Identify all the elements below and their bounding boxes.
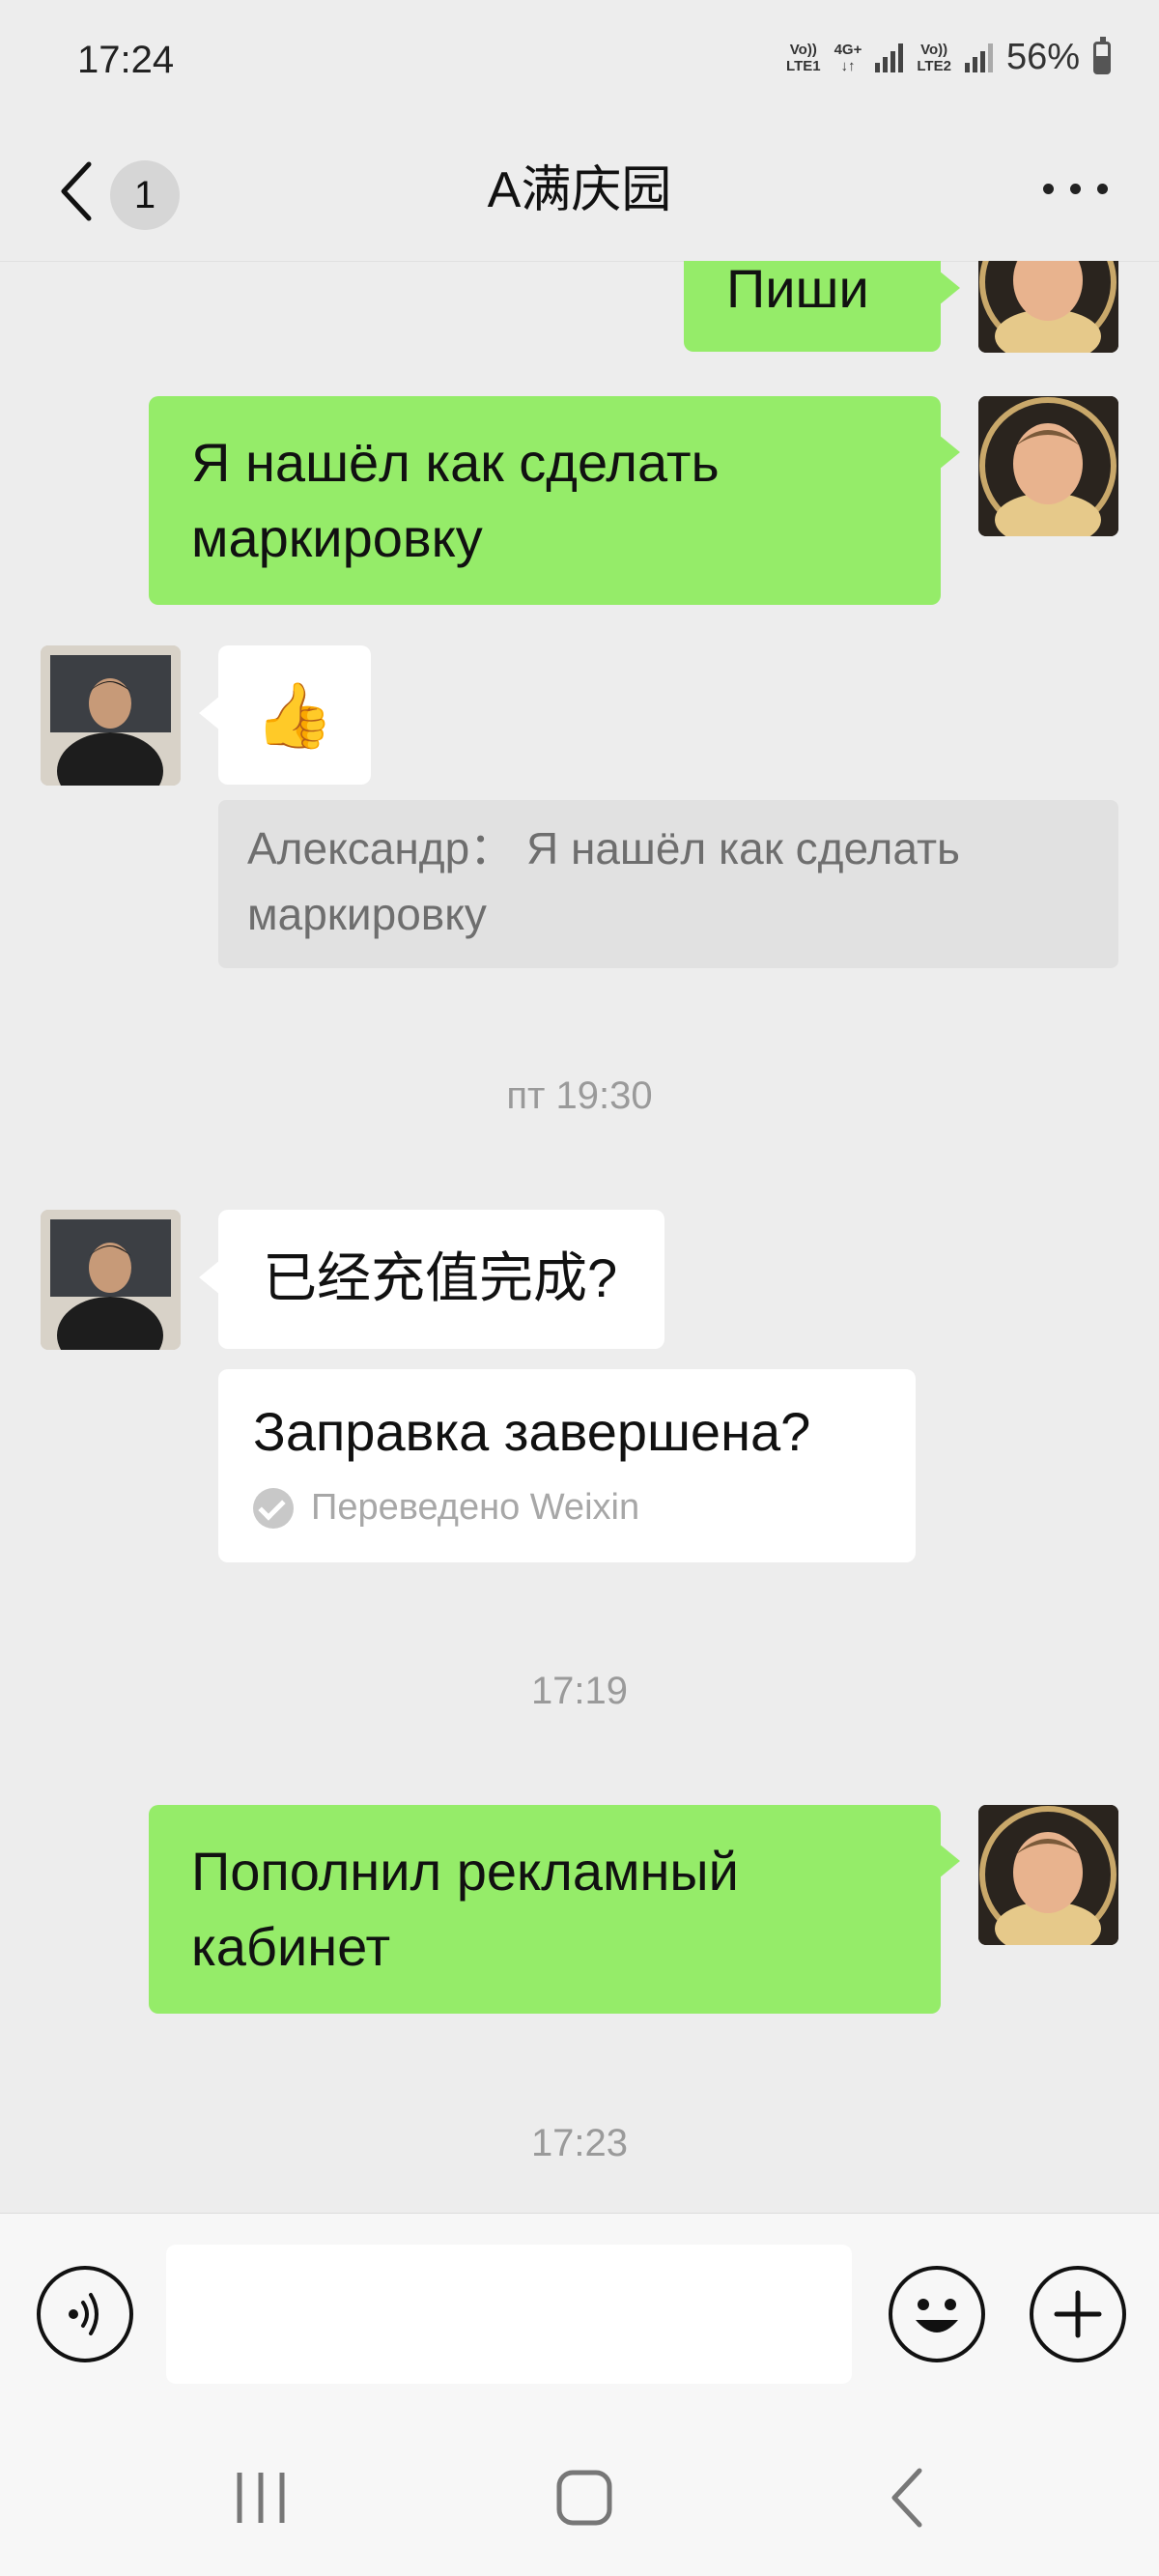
signal2-icon (964, 43, 993, 72)
back-icon (891, 2468, 922, 2528)
smiley-icon (916, 2299, 958, 2333)
lte1-label-top: Vo)) (789, 41, 817, 58)
recents-icon (237, 2473, 285, 2523)
message-bubble-self[interactable]: Пополнил рекламный кабинет (149, 1805, 960, 2014)
avatar-other[interactable] (41, 645, 181, 786)
message-input[interactable] (166, 2245, 852, 2384)
avatar-self[interactable] (978, 1805, 1118, 1945)
avatar-other[interactable] (41, 1210, 181, 1350)
signal1-icon (875, 43, 904, 72)
quoted-message-text: Александр： Я нашёл как сделать маркировк… (247, 823, 960, 939)
home-icon (556, 2470, 612, 2526)
avatar-self[interactable] (978, 261, 1118, 353)
battery-icon (1093, 36, 1111, 74)
avatar-other-image (41, 645, 181, 786)
emoji-button[interactable] (889, 2266, 985, 2362)
plus-circle-icon (1054, 2290, 1102, 2338)
status-time: 17:24 (77, 39, 175, 81)
status-icons: Vo)) LTE1 4G+ ↓↑ Vo)) LTE2 56% (786, 36, 1111, 78)
voice-icon (69, 2293, 99, 2335)
quoted-message[interactable]: Александр： Я нашёл как сделать маркировк… (218, 800, 1118, 968)
system-back-button[interactable] (869, 2459, 947, 2536)
lte1-label-bottom: LTE1 (786, 57, 821, 74)
recents-button[interactable] (222, 2459, 299, 2536)
add-button[interactable] (1030, 2266, 1126, 2362)
voice-button[interactable] (37, 2266, 133, 2362)
translation-card[interactable]: Заправка завершена? Переведено Weixin (218, 1369, 916, 1562)
lte1-icon: Vo)) LTE1 (786, 42, 821, 74)
system-nav-bar (0, 2416, 1159, 2576)
message-bubble-other[interactable]: 已经充值完成? (199, 1210, 664, 1349)
chat-title: A满庆园 (487, 162, 672, 218)
message-text: Пиши (726, 261, 869, 319)
message-text: Я нашёл как сделать маркировку (191, 432, 720, 568)
thumbs-up-icon: 👍 (254, 679, 335, 751)
battery-percent: 56% (1005, 37, 1080, 77)
message-list[interactable]: Пиши Я нашёл как сделать маркировку 👍 Ал… (0, 261, 1159, 2213)
chat-header: 1 A满庆园 (0, 126, 1159, 262)
status-bar: 17:24 Vo)) LTE1 4G+ ↓↑ Vo)) LTE2 56% (0, 0, 1159, 126)
message-text: 已经充值完成? (263, 1247, 618, 1308)
check-circle-icon (253, 1487, 294, 1529)
translation-note: Переведено Weixin (253, 1487, 881, 1529)
lte2-label-bottom: LTE2 (917, 57, 951, 74)
more-options-button[interactable] (1041, 174, 1109, 203)
home-button[interactable] (546, 2459, 623, 2536)
input-bar (0, 2213, 1159, 2417)
message-bubble-self[interactable]: Я нашёл как сделать маркировку (149, 396, 960, 605)
avatar-self-image (978, 1805, 1118, 1945)
message-text: Пополнил рекламный кабинет (191, 1841, 739, 1977)
timestamp: 17:19 (530, 1670, 629, 1712)
message-bubble-other[interactable]: 👍 (199, 645, 371, 785)
message-bubble-self[interactable]: Пиши (684, 261, 960, 352)
translation-text: Заправка завершена? (253, 1401, 811, 1462)
4g-label-top: 4G+ (834, 41, 862, 58)
4g-label-bottom: ↓↑ (840, 57, 856, 74)
timestamp: 17:23 (530, 2122, 629, 2164)
4g-icon: 4G+ ↓↑ (834, 42, 862, 74)
translation-note-text: Переведено Weixin (311, 1487, 640, 1528)
timestamp: пт 19:30 (506, 1074, 653, 1117)
avatar-self-image (978, 396, 1118, 536)
avatar-other-image (41, 1210, 181, 1350)
lte2-label-top: Vo)) (920, 41, 948, 58)
avatar-self-image (978, 261, 1118, 353)
lte2-icon: Vo)) LTE2 (917, 42, 951, 74)
avatar-self[interactable] (978, 396, 1118, 536)
